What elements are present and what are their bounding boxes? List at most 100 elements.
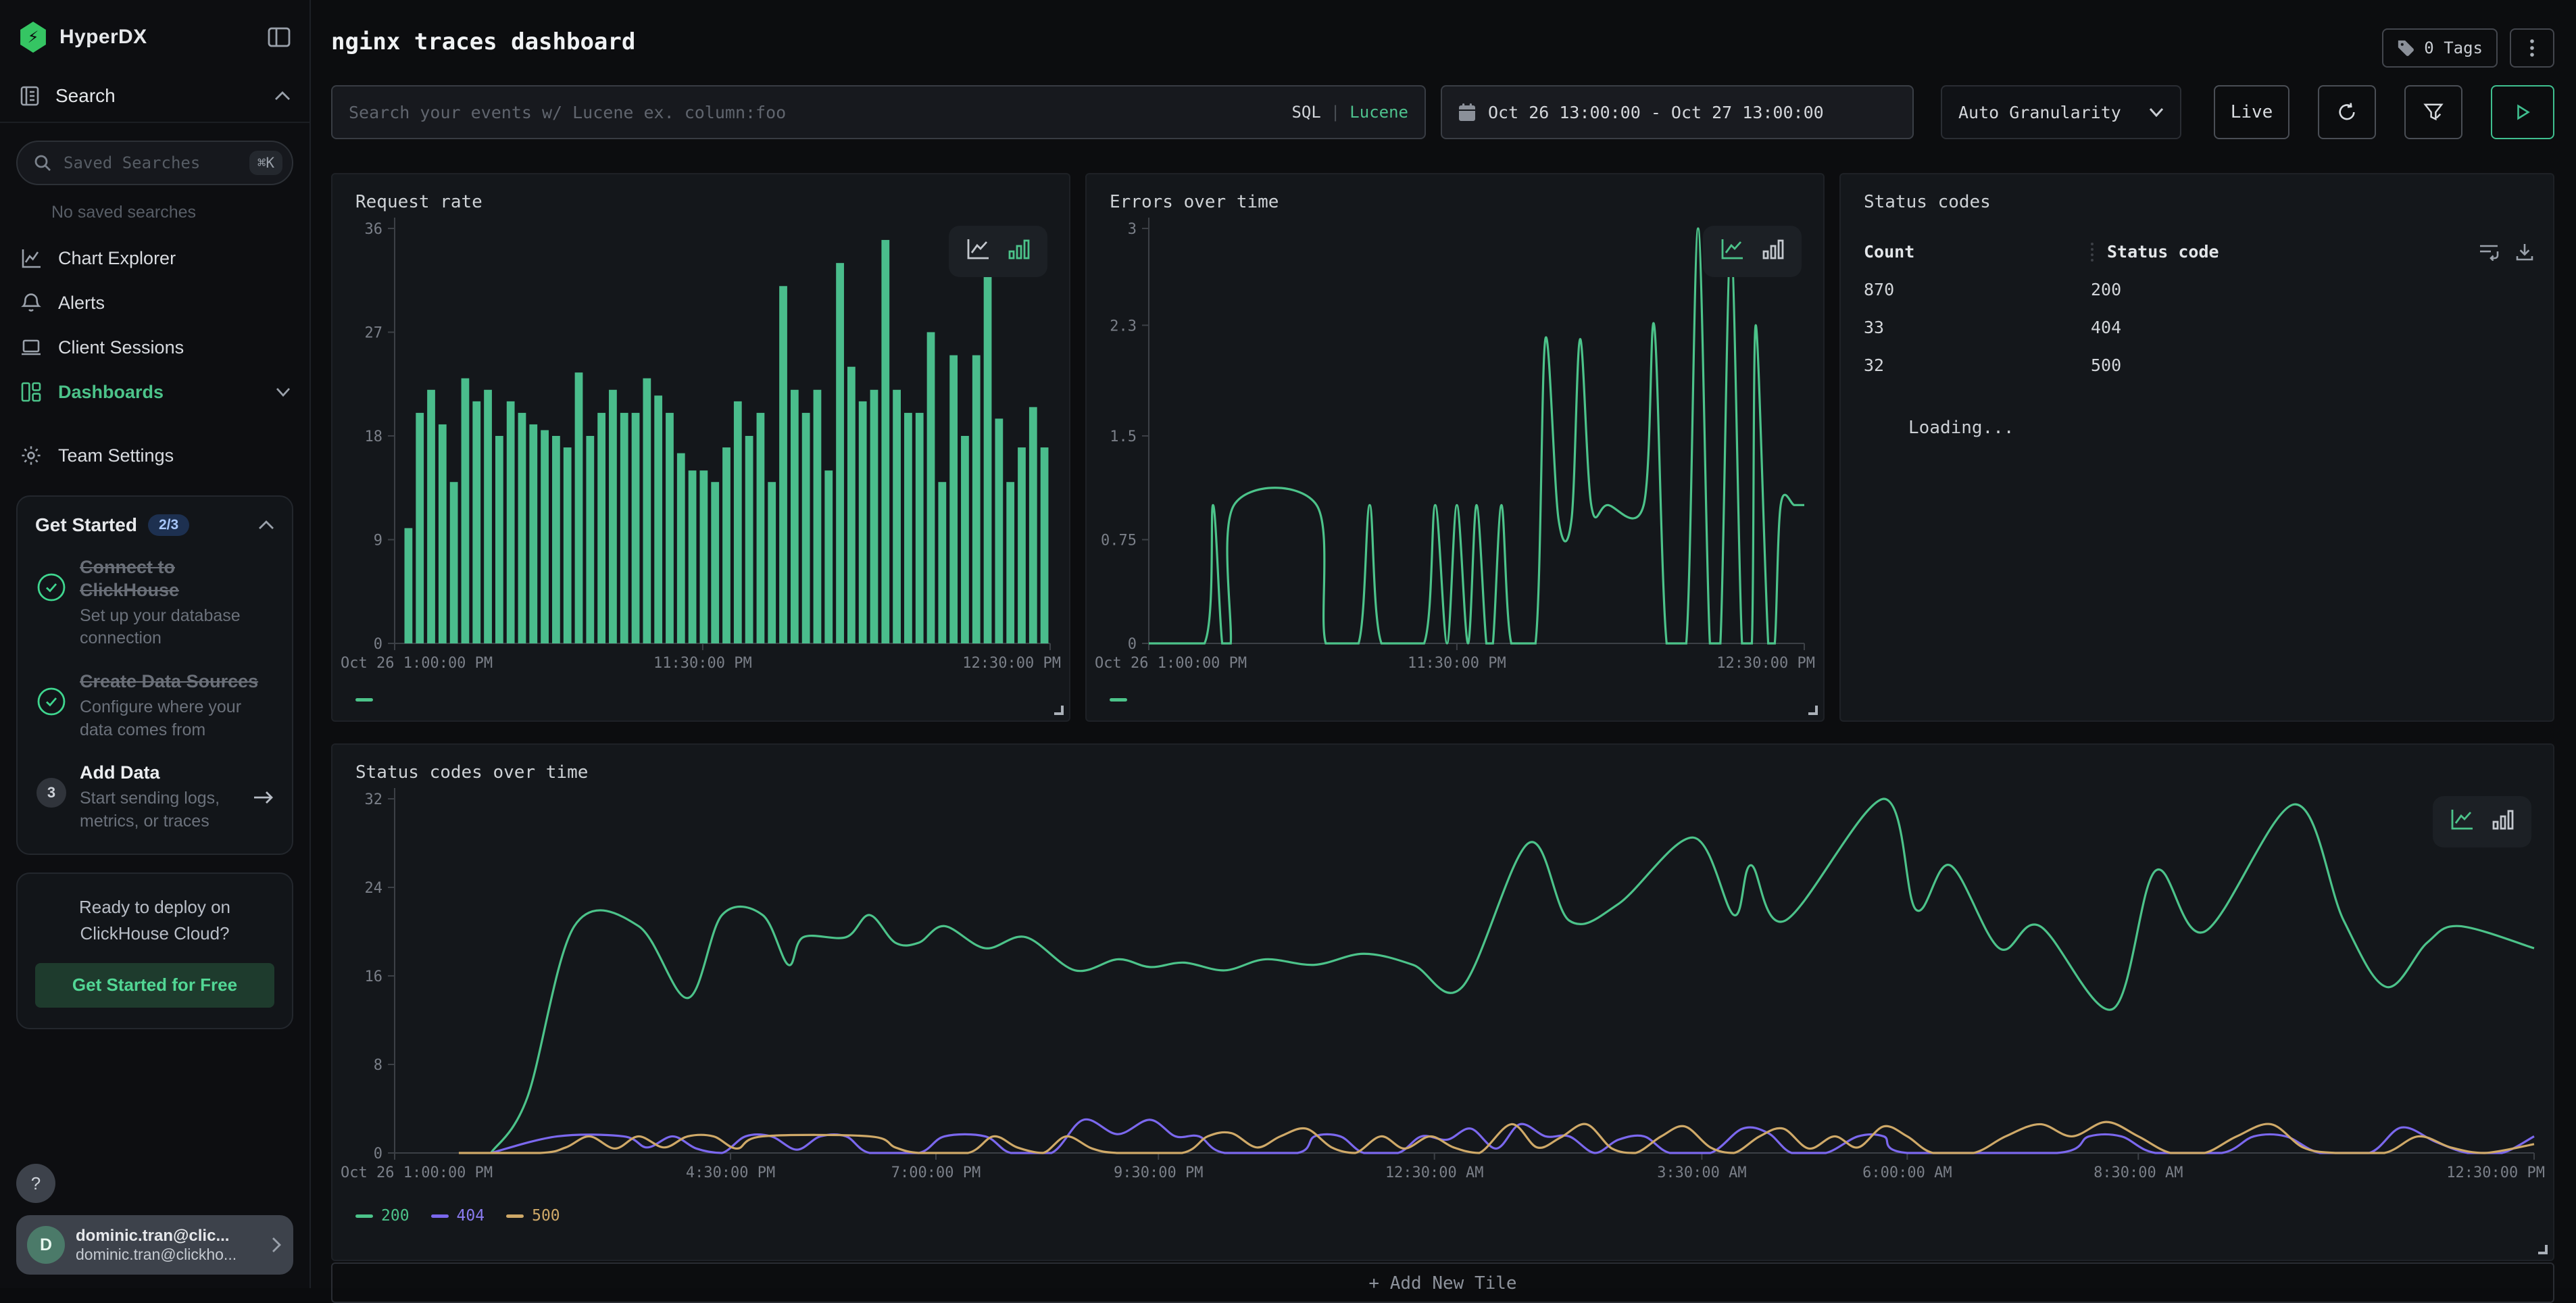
search-section-icon [19,85,41,107]
event-search-input[interactable]: Search your events w/ Lucene ex. column:… [331,85,1426,139]
date-range-picker[interactable]: Oct 26 13:00:00 - Oct 27 13:00:00 [1441,85,1914,139]
search-section-label: Search [55,85,274,107]
cell-count: 32 [1864,355,2091,375]
granularity-select[interactable]: Auto Granularity [1941,85,2181,139]
legend-series-dash [431,1214,449,1218]
svg-text:12:30:00 PM: 12:30:00 PM [962,655,1061,672]
svg-text:27: 27 [365,325,383,342]
cell-count: 870 [1864,280,2091,299]
svg-text:18: 18 [365,428,383,445]
table-row[interactable]: 32 500 [1864,355,2121,375]
nav-label: Dashboards [58,382,276,403]
sidebar-item-search[interactable]: Search [0,69,309,122]
nav-label: Alerts [58,293,291,314]
get-started-step-add-data[interactable]: 3 Add Data Start sending logs, metrics, … [35,762,274,833]
check-circle-icon [35,670,68,741]
legend-item-404[interactable]: 404 [431,1207,485,1225]
sidebar-item-chart-explorer[interactable]: Chart Explorer [0,236,309,280]
live-button[interactable]: Live [2214,85,2289,139]
chevron-up-icon[interactable] [258,520,274,530]
lucene-toggle[interactable]: Lucene [1349,103,1408,122]
column-resize-handle[interactable] [2091,243,2094,262]
sidebar-item-dashboards[interactable]: Dashboards [0,370,309,414]
table-row[interactable]: 33 404 [1864,318,2121,337]
dashboards-icon [19,381,43,403]
help-button[interactable]: ? [16,1164,55,1203]
resize-handle[interactable] [1808,706,1818,715]
tags-label: 0 Tags [2424,39,2483,57]
resize-handle[interactable] [2538,1245,2548,1254]
table-row[interactable]: 870 200 [1864,280,2121,299]
step-number-badge: 3 [35,762,68,833]
sidebar-divider [0,122,309,123]
logo-row: ⚡ HyperDX [0,0,309,69]
nav-label: Chart Explorer [58,248,291,269]
sidebar-bottom: ? D dominic.tran@clic... dominic.tran@cl… [0,1150,309,1288]
collapse-sidebar-icon[interactable] [268,27,291,47]
legend-series-dash[interactable] [355,698,373,702]
svg-text:36: 36 [365,221,383,238]
user-menu[interactable]: D dominic.tran@clic... dominic.tran@clic… [16,1215,293,1275]
run-query-button[interactable] [2491,85,2554,139]
resize-handle[interactable] [1054,706,1064,715]
chart-legend [1110,698,1127,702]
legend-item-200[interactable]: 200 [355,1207,410,1225]
magnifier-icon [34,154,51,172]
svg-text:7:00:00 PM: 7:00:00 PM [891,1164,981,1181]
step-title: Add Data [80,762,247,785]
check-circle-icon [35,556,68,650]
tags-button[interactable]: 0 Tags [2382,28,2498,68]
svg-text:Oct 26 1:00:00 PM: Oct 26 1:00:00 PM [341,1164,493,1181]
legend-series-dash [506,1214,524,1218]
add-new-tile-button[interactable]: + Add New Tile [331,1262,2554,1303]
gear-icon [19,445,43,466]
get-started-step-connect[interactable]: Connect to ClickHouse Set up your databa… [35,556,274,650]
bar-chart-toggle-icon[interactable] [1762,238,1784,265]
brand-name: HyperDX [59,26,268,49]
svg-text:9:30:00 PM: 9:30:00 PM [1114,1164,1203,1181]
saved-searches-input[interactable]: Saved Searches ⌘K [16,141,293,185]
tile-title: Status codes [1864,192,1991,212]
sql-toggle[interactable]: SQL [1291,103,1320,122]
bar-chart-toggle-icon[interactable] [2492,808,2514,835]
svg-text:6:00:00 AM: 6:00:00 AM [1862,1164,1952,1181]
refresh-button[interactable] [2318,85,2376,139]
wrap-lines-icon[interactable] [2479,243,2499,262]
tile-errors-over-time: Errors over time 00.751.52.33Oct 26 1:00… [1085,173,1825,722]
line-chart-toggle-icon[interactable] [2450,808,2475,835]
line-chart-toggle-icon[interactable] [1720,238,1745,265]
get-started-step-datasources[interactable]: Create Data Sources Configure where your… [35,670,274,741]
chart-legend [355,698,373,702]
kebab-menu-button[interactable] [2510,28,2554,68]
get-started-title: Get Started [35,514,137,536]
line-chart-toggle-icon[interactable] [966,238,991,265]
bar-chart-toggle-icon[interactable] [1008,238,1030,265]
hyperdx-logo-icon: ⚡ [19,22,47,53]
status-codes-over-time-chart[interactable]: 08162432Oct 26 1:00:00 PM4:30:00 PM7:00:… [332,745,2553,1260]
user-email: dominic.tran@clickho... [76,1246,272,1264]
get-started-header[interactable]: Get Started 2/3 [35,514,274,536]
chart-type-toggle [1703,226,1802,277]
sidebar-item-client-sessions[interactable]: Client Sessions [0,325,309,370]
svg-text:0.75: 0.75 [1101,533,1137,549]
legend-series-dash [355,1214,373,1218]
sidebar-item-alerts[interactable]: Alerts [0,280,309,325]
deploy-text: Ready to deploy onClickHouse Cloud? [35,894,274,947]
step-title: Connect to ClickHouse [80,556,274,602]
legend-item-500[interactable]: 500 [506,1207,560,1225]
avatar: D [27,1226,65,1264]
cell-status-code: 200 [2091,280,2121,299]
svg-text:8: 8 [374,1057,382,1074]
table-header: Count Status code [1864,242,2534,262]
column-header-count[interactable]: Count [1864,242,2091,262]
filter-button[interactable] [2404,85,2462,139]
get-started-free-button[interactable]: Get Started for Free [35,963,274,1008]
svg-text:32: 32 [365,791,383,808]
chevron-down-icon [276,387,291,397]
loading-indicator: Loading... [1908,418,2014,438]
download-icon[interactable] [2515,243,2534,262]
progress-badge: 2/3 [148,514,189,536]
sidebar-item-team-settings[interactable]: Team Settings [0,433,309,478]
column-header-status-code[interactable]: Status code [2107,242,2219,262]
legend-series-dash[interactable] [1110,698,1127,702]
